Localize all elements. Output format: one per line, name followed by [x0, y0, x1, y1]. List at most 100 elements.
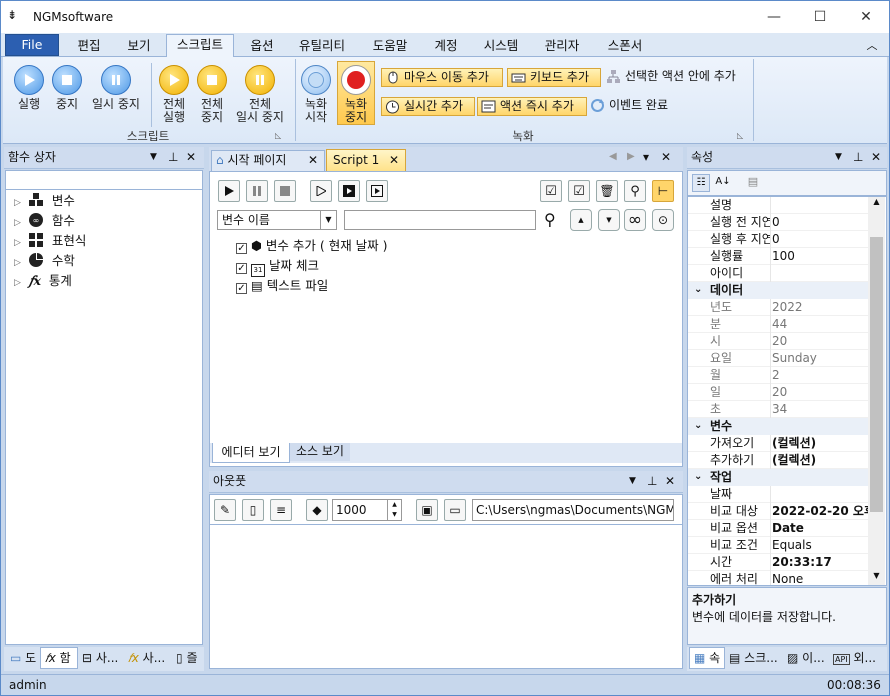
log-settings-button[interactable]: ▯: [242, 499, 264, 521]
tab-properties[interactable]: ▦ 속: [689, 647, 725, 669]
property-row[interactable]: 시간 20:33:17: [688, 554, 870, 571]
tab-script[interactable]: ▤ 스크...: [725, 648, 783, 670]
chevron-down-icon[interactable]: ⌄: [694, 282, 702, 298]
menu-file[interactable]: File: [5, 34, 59, 56]
tab-left-1[interactable]: 𝑓x 함: [40, 647, 78, 669]
wrap-button[interactable]: ≡: [270, 499, 292, 521]
tree-item-statistics[interactable]: ▷ 𝑓x 통계: [14, 271, 72, 291]
ribbon-collapse-icon[interactable]: ︿: [861, 36, 883, 58]
tab-start-page[interactable]: ⌂ 시작 페이지 ✕: [211, 150, 325, 171]
property-value[interactable]: Sunday: [772, 350, 817, 366]
property-row[interactable]: 실행률 100: [688, 248, 870, 265]
check-all-button[interactable]: ☑: [540, 180, 562, 202]
log-limit-stepper[interactable]: 1000 ▲ ▼: [332, 499, 402, 521]
action-checkbox[interactable]: ✓: [236, 283, 247, 294]
tree-item-variable[interactable]: ▷ 변수: [14, 191, 75, 211]
run-from-button[interactable]: [366, 180, 388, 202]
property-row[interactable]: 월2: [688, 367, 870, 384]
property-row[interactable]: 비교 조건 Equals: [688, 537, 870, 554]
stop-all-button[interactable]: 전체 중지: [193, 65, 231, 124]
tree-view-button[interactable]: ⊢: [652, 180, 674, 202]
close-icon[interactable]: ✕: [871, 147, 881, 168]
event-complete-button[interactable]: 이벤트 완료: [587, 97, 687, 116]
menu-options[interactable]: 옵션: [241, 36, 283, 58]
pause-all-button[interactable]: 전체 일시 중지: [231, 65, 289, 124]
categorized-icon[interactable]: ☷: [692, 174, 710, 192]
scroll-thumb[interactable]: [870, 237, 883, 512]
property-row[interactable]: 분 44: [688, 316, 870, 333]
tree-item-math[interactable]: ▷ 수학: [14, 251, 75, 271]
tab-external[interactable]: API 외...: [829, 648, 887, 670]
property-value[interactable]: 2022-02-20 오후: [772, 503, 875, 519]
property-value[interactable]: 2: [772, 367, 780, 383]
pin-icon[interactable]: ⊥: [853, 147, 863, 168]
property-value[interactable]: 100: [772, 248, 795, 264]
property-value[interactable]: 0: [772, 214, 780, 230]
scroll-left-icon[interactable]: ◀: [609, 151, 617, 162]
chevron-down-icon[interactable]: ⌄: [694, 418, 702, 434]
add-in-selected-button[interactable]: 선택한 액션 안에 추가: [603, 68, 753, 87]
tab-script-1[interactable]: Script 1 ✕: [326, 149, 406, 171]
variable-name-select[interactable]: 변수 이름 ▼: [217, 210, 337, 230]
scroll-down-icon[interactable]: ▼: [868, 571, 885, 585]
property-row[interactable]: 실행 후 지연 0: [688, 231, 870, 248]
property-row[interactable]: 비교 대상 2022-02-20 오후: [688, 503, 875, 520]
chevron-down-icon[interactable]: ⌄: [694, 469, 702, 485]
sort-az-icon[interactable]: A↓: [714, 174, 732, 192]
tab-left-0[interactable]: ▭ 도: [6, 648, 40, 670]
property-value[interactable]: (컬렉션): [772, 435, 816, 451]
close-icon[interactable]: ✕: [661, 150, 671, 164]
record-start-button[interactable]: 녹화 시작: [297, 65, 335, 124]
pin-icon[interactable]: ⊥: [168, 147, 178, 168]
tab-editor-view[interactable]: 에디터 보기: [212, 443, 290, 463]
property-category[interactable]: ⌄ 데이터: [688, 282, 870, 299]
action-row[interactable]: ✓ ▤ 텍스트 파일: [236, 276, 328, 296]
property-row[interactable]: 요일 Sunday: [688, 350, 870, 367]
menu-admin[interactable]: 관리자: [536, 36, 588, 58]
pause-button[interactable]: [246, 180, 268, 202]
property-row[interactable]: 시 20: [688, 333, 870, 350]
more-button[interactable]: ⊙: [652, 209, 674, 231]
clear-log-button[interactable]: ✎: [214, 499, 236, 521]
stepper-up-icon[interactable]: ▲: [387, 500, 401, 510]
property-value[interactable]: 44: [772, 316, 787, 332]
play-button[interactable]: [218, 180, 240, 202]
property-value[interactable]: 2022: [772, 299, 803, 315]
tab-source-view[interactable]: 소스 보기: [290, 443, 350, 461]
action-checkbox[interactable]: ✓: [236, 263, 247, 274]
function-search-input[interactable]: [5, 170, 203, 190]
search-icon[interactable]: ⚲: [544, 210, 556, 229]
tab-left-4[interactable]: ▯ 즐: [172, 648, 204, 670]
property-row[interactable]: 일 20: [688, 384, 870, 401]
variable-search-input[interactable]: [344, 210, 536, 230]
property-value[interactable]: (컬렉션): [772, 452, 816, 468]
property-row[interactable]: 에러 처리 None: [688, 571, 870, 585]
close-icon[interactable]: ✕: [389, 150, 399, 170]
close-button[interactable]: ✕: [843, 1, 889, 33]
property-value[interactable]: 0: [772, 231, 780, 247]
tab-list-icon[interactable]: ▾: [643, 150, 649, 164]
property-row[interactable]: 가져오기 (컬렉션): [688, 435, 870, 452]
property-row[interactable]: 날짜: [688, 486, 870, 503]
scroll-up-icon[interactable]: ▲: [868, 197, 885, 211]
add-keyboard-button[interactable]: 키보드 추가: [507, 68, 601, 87]
output-log-area[interactable]: [209, 524, 683, 669]
property-row[interactable]: 초 34: [688, 401, 870, 418]
property-value[interactable]: 34: [772, 401, 787, 417]
property-value[interactable]: None: [772, 571, 803, 585]
property-value[interactable]: Date: [772, 520, 804, 536]
pin-icon[interactable]: ⊥: [647, 471, 657, 492]
tab-left-2[interactable]: ⊟ 사...: [78, 648, 124, 670]
action-checkbox[interactable]: ✓: [236, 243, 247, 254]
action-row[interactable]: ✓ ⬢ 변수 추가 ( 현재 날짜 ): [236, 236, 388, 256]
tree-item-expression[interactable]: ▷ 표현식: [14, 231, 86, 251]
property-row[interactable]: 아이디: [688, 265, 870, 282]
add-action-now-button[interactable]: 액션 즉시 추가: [477, 97, 587, 116]
eraser-button[interactable]: ◆: [306, 499, 328, 521]
property-value[interactable]: 20: [772, 333, 787, 349]
dropdown-icon[interactable]: ▼: [629, 471, 636, 492]
action-row[interactable]: ✓ 31 날짜 체크: [236, 256, 319, 277]
run-all-button[interactable]: 전체 실행: [155, 65, 193, 124]
dropdown-icon[interactable]: ▼: [835, 147, 842, 168]
dropdown-icon[interactable]: ▼: [150, 147, 157, 168]
